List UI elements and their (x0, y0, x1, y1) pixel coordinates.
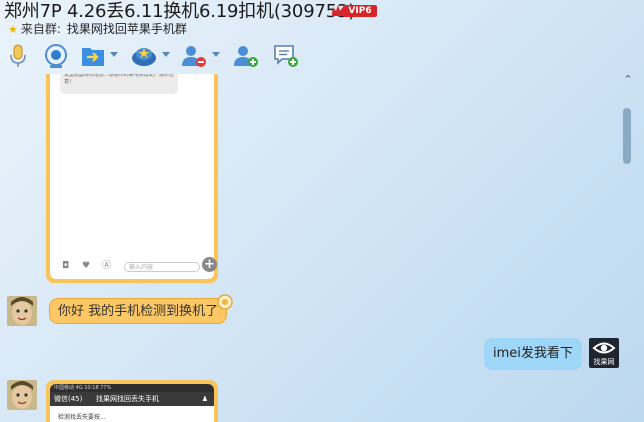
avatar[interactable]: 找果网 (589, 338, 619, 368)
chevron-down-icon[interactable] (162, 52, 170, 57)
screenshot-back: 微信(45) (54, 395, 83, 403)
video-icon[interactable] (42, 42, 70, 70)
message-bubble-right[interactable]: imei发我看下 (484, 338, 582, 370)
plus-icon: + (202, 257, 217, 272)
image-message-2[interactable]: 中国移动 4G 10:18 77% 微信(45) 找果网找回丢失手机 ♟ 检测找… (46, 380, 218, 422)
message-bubble-left[interactable]: 你好 我的手机检测到换机了 (49, 298, 228, 324)
toolbar (0, 40, 644, 74)
voice-icon[interactable] (6, 42, 30, 70)
screenshot-image: 中国移动 4G 10:18 77% 微信(45) 找果网找回丢失手机 ♟ 检测找… (50, 384, 214, 422)
screenshot-image: 发送机器将你信息...感谢你的来电和帮助，请你注意！ ◘ ♥ Ⓐ 输入内容 + (50, 74, 217, 279)
create-discussion-icon[interactable] (272, 42, 300, 70)
vip-badge: VIP6 (331, 3, 377, 17)
image-message-1[interactable]: 发送机器将你信息...感谢你的来电和帮助，请你注意！ ◘ ♥ Ⓐ 输入内容 + (46, 74, 218, 283)
group-name[interactable]: 找果网找回苹果手机群 (67, 22, 187, 36)
chevron-down-icon[interactable] (212, 52, 220, 57)
from-label: 来自群: (20, 22, 61, 36)
camera-icon: ◘ (62, 261, 70, 271)
screenshot-status: 中国移动 4G 10:18 77% (50, 384, 214, 392)
star-icon: ★ (8, 23, 18, 36)
remote-assist-icon[interactable] (130, 42, 158, 70)
chat-area[interactable]: 发送机器将你信息...感谢你的来电和帮助，请你注意！ ◘ ♥ Ⓐ 输入内容 + … (0, 74, 620, 422)
person-icon: ♟ (201, 395, 208, 403)
screenshot-nav: 微信(45) 找果网找回丢失手机 ♟ (50, 392, 214, 406)
screenshot-snippet: 检测找丢失要按... (58, 414, 106, 421)
add-member-icon[interactable] (232, 42, 260, 70)
avatar[interactable] (7, 296, 37, 326)
chat-scrollbar[interactable]: ⌃ (620, 74, 636, 422)
screenshot-title: 找果网找回丢失手机 (96, 395, 159, 403)
window-header: 郑州7P 4.26丢6.11换机6.19扣机(309753) VIP6 ★ 来自群… (0, 0, 644, 38)
vip-label: VIP6 (343, 5, 377, 17)
scroll-up-icon[interactable]: ⌃ (622, 74, 634, 86)
screenshot-text: 发送机器将你信息...感谢你的来电和帮助，请你注意！ (60, 74, 178, 94)
chevron-down-icon[interactable] (110, 52, 118, 57)
group-source: ★ 来自群: 找果网找回苹果手机群 (8, 20, 187, 37)
remove-member-icon[interactable] (180, 42, 208, 70)
heart-icon: ♥ (82, 261, 91, 271)
avatar-label: 找果网 (593, 358, 615, 366)
screenshot-input: 输入内容 (124, 262, 200, 272)
flower-icon (217, 294, 233, 310)
avatar[interactable] (7, 380, 37, 410)
transfer-file-icon[interactable] (80, 42, 106, 70)
appstore-icon: Ⓐ (102, 261, 112, 271)
scrollbar-thumb[interactable] (623, 108, 631, 164)
eye-icon (592, 342, 616, 354)
screenshot-inputbar: ◘ ♥ Ⓐ 输入内容 + (58, 257, 217, 273)
